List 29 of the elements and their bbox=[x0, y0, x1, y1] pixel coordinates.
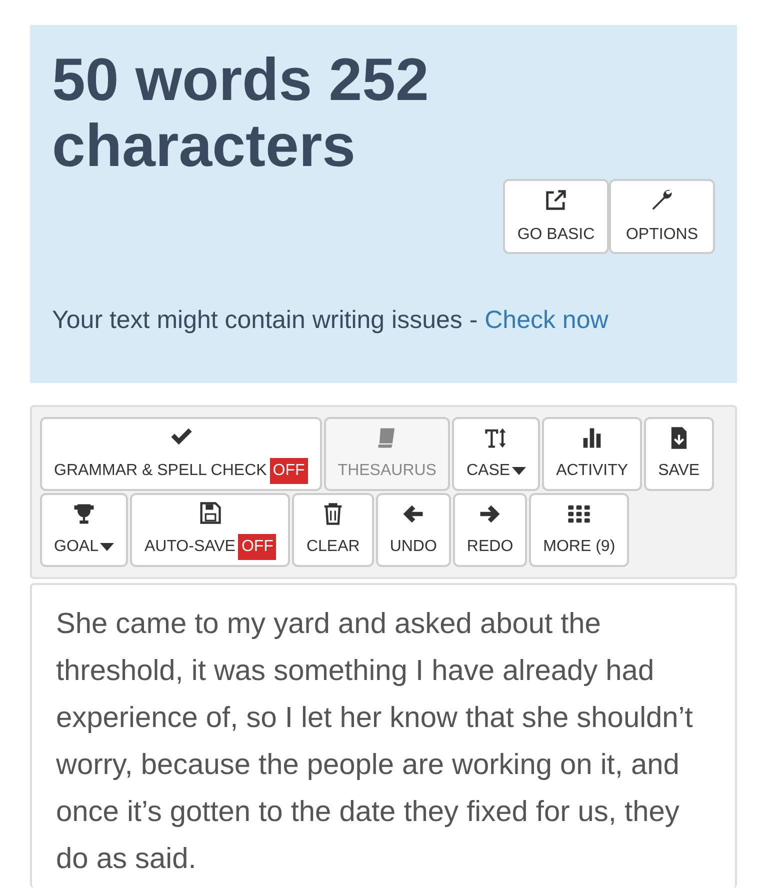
header-button[interactable]: GO BASIC bbox=[503, 179, 609, 254]
text-editor[interactable]: She came to my yard and asked about the threshold, it was something I have already had experience of, so I let her know that she shouldn’t worry, because the people are working on it, and once it’s gotten to the date they fixed for us, they do as said. bbox=[30, 583, 737, 888]
check-now-link[interactable]: Check now bbox=[484, 306, 608, 334]
toolbar-button[interactable]: ACTIVITY bbox=[542, 417, 642, 491]
toolbar-button[interactable]: GOAL bbox=[40, 493, 128, 567]
button-label: AUTO-SAVE bbox=[144, 537, 236, 557]
button-label: GRAMMAR & SPELL CHECK bbox=[54, 461, 267, 481]
toolbar-button[interactable]: CASE bbox=[452, 417, 540, 491]
button-label: THESAURUS bbox=[338, 461, 436, 481]
button-label: GOAL bbox=[54, 537, 98, 557]
button-label: CASE bbox=[466, 461, 510, 481]
toolbar-button[interactable]: UNDO bbox=[376, 493, 451, 567]
button-label: CLEAR bbox=[306, 537, 360, 557]
button-label: UNDO bbox=[390, 537, 437, 557]
toolbar-button[interactable]: SAVE bbox=[644, 417, 714, 491]
off-badge: OFF bbox=[270, 458, 308, 484]
off-badge: OFF bbox=[238, 534, 276, 560]
button-label: MORE (9) bbox=[543, 537, 616, 557]
toolbar-button[interactable]: CLEAR bbox=[292, 493, 374, 567]
toolbar-button[interactable]: REDO bbox=[452, 493, 528, 567]
toolbar-button[interactable]: AUTO-SAVE OFF bbox=[130, 493, 290, 567]
toolbar-button[interactable]: GRAMMAR & SPELL CHECK OFF bbox=[40, 417, 322, 491]
button-label: ACTIVITY bbox=[556, 461, 628, 481]
writing-issues-notice: Your text might contain writing issues - Check now bbox=[52, 305, 610, 336]
word-count-heading: 50 words 252 characters bbox=[52, 47, 430, 179]
header-button[interactable]: OPTIONS bbox=[609, 179, 715, 254]
toolbar-button[interactable]: MORE (9) bbox=[529, 493, 630, 567]
button-label: SAVE bbox=[658, 461, 700, 481]
button-label: REDO bbox=[466, 537, 514, 557]
